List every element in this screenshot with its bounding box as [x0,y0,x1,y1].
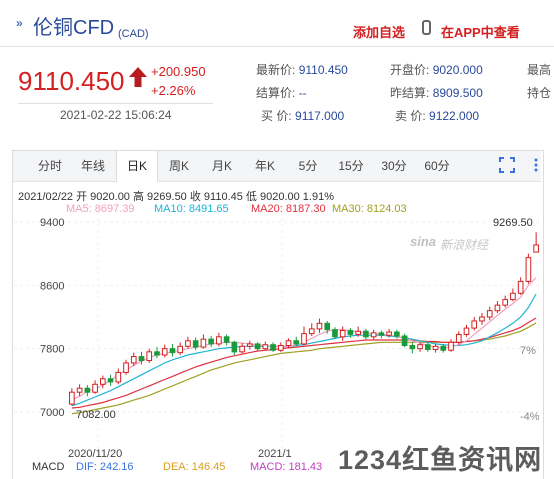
candle-body [99,378,106,385]
candle-body [123,362,129,373]
candle-body [200,338,207,348]
candle-body [347,329,354,335]
candle-body [254,343,261,350]
candle-body [502,299,509,306]
candle-body [494,304,501,312]
candle-body [231,341,238,353]
candle-body [378,332,385,336]
macd-title: MACD [32,461,65,473]
candle-body [332,329,338,338]
candle-body [324,322,331,331]
candle-body [440,345,447,351]
candle-body [448,341,454,351]
candle-body [169,348,176,354]
candle-body [146,351,153,362]
y-tick-label: 7800 [40,344,64,356]
candle-body [510,292,516,301]
candle-body [154,351,160,356]
candle-body [161,348,168,356]
candle-body [533,244,539,253]
candle-body [277,345,284,351]
candle-body [424,344,431,350]
macd-dea: DEA: 146.45 [163,461,226,473]
candle-body [517,280,524,294]
candle-body [308,328,315,335]
candle-body [216,336,222,345]
candle-body [463,327,470,335]
candle-body [92,383,98,393]
candle-body [363,330,369,338]
candle-body [262,344,269,350]
y-tick-label: 8600 [40,280,64,292]
site-watermark: 1234红鱼资讯网 [338,445,543,475]
macd-dif: DIF: 242.16 [76,461,134,473]
candle-body [293,340,300,345]
y-tick-label: 7000 [40,407,64,419]
candle-body [471,320,478,329]
x-tick-label: 2020/11/20 [68,448,122,460]
candle-body [432,345,439,350]
candle-body [401,335,408,346]
candle-body [386,331,392,336]
candle-body [525,257,532,282]
candle-body [107,378,114,383]
y-tick-pct-label: -4% [520,411,540,423]
y-tick-pct-label: 7% [520,345,536,357]
candle-body [316,322,323,330]
candle-body [223,336,230,343]
candle-body [301,333,307,345]
sina-logo: sina [410,234,437,249]
candle-body [409,345,416,350]
low-annotation: 7082.00 [76,409,116,421]
candle-body [239,345,245,353]
macd-value: MACD: 181.43 [250,461,323,473]
candle-body [185,340,191,347]
candle-body [355,330,361,335]
candle-body [417,344,423,350]
candle-body [177,345,184,354]
candle-body [394,331,400,337]
high-annotation: 9269.50 [493,217,533,229]
candle-body [479,316,485,322]
y-tick-label: 9400 [40,217,64,229]
candle-body [486,310,493,318]
candle-body [285,340,292,346]
candle-body [192,340,199,348]
candle-body [115,371,122,383]
x-tick-label: 2021/1 [258,448,292,460]
candle-body [208,338,214,345]
candle-body [247,343,253,347]
candle-body [130,356,137,364]
candle-body [270,344,276,351]
candle-body [339,329,346,338]
candle-body [76,387,83,393]
candle-body [370,332,377,338]
candle-body [455,333,462,343]
candle-body [84,387,91,393]
candle-body [138,356,145,362]
candle-body [69,391,75,405]
sina-watermark: 新浪财经 [440,238,489,252]
